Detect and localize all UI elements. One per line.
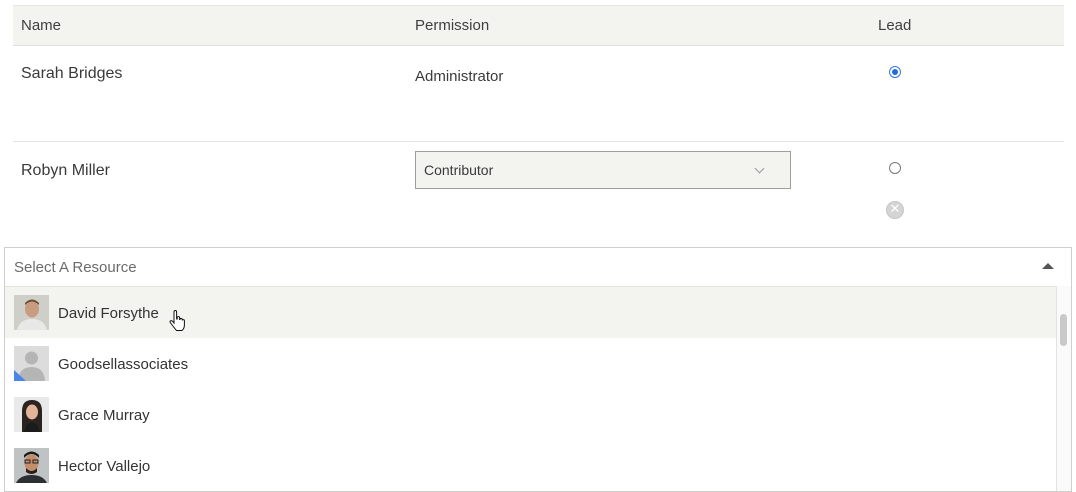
default-avatar-icon (14, 346, 49, 381)
hand-pointer-icon (169, 310, 185, 331)
table-row: Robyn Miller Contributor ✕ (13, 142, 1064, 248)
column-header-lead: Lead (878, 17, 912, 34)
permission-select-value: Contributor (424, 162, 494, 178)
member-name: Robyn Miller (21, 162, 110, 179)
resource-select-input[interactable]: Select A Resource (5, 248, 1071, 287)
list-item[interactable]: Goodsellassociates (5, 338, 1056, 389)
scrollbar[interactable] (1056, 286, 1071, 491)
list-item[interactable]: David Forsythe (5, 287, 1056, 338)
avatar (14, 448, 49, 483)
avatar (14, 397, 49, 432)
team-table: Name Permission Lead Sarah Bridges Admin… (13, 5, 1064, 248)
scrollbar-thumb[interactable] (1060, 314, 1067, 346)
list-item[interactable]: Hector Vallejo (5, 440, 1056, 491)
resource-name: David Forsythe (58, 305, 159, 322)
resource-name: Grace Murray (58, 407, 150, 424)
resource-list: David Forsythe Goodsellassociates Grace … (5, 287, 1071, 491)
permission-select[interactable]: Contributor (415, 151, 791, 189)
column-header-permission: Permission (415, 17, 490, 34)
table-header: Name Permission Lead (13, 5, 1064, 46)
permission-text: Administrator (415, 68, 504, 85)
member-name: Sarah Bridges (21, 65, 123, 82)
resource-dropdown[interactable]: Select A Resource David Forsythe Goodsel… (4, 247, 1072, 492)
list-item[interactable]: Grace Murray (5, 389, 1056, 440)
lead-radio[interactable] (889, 162, 901, 174)
lead-radio[interactable] (889, 66, 901, 78)
column-header-name: Name (21, 17, 62, 34)
caret-up-icon[interactable] (1042, 263, 1054, 269)
avatar (14, 295, 49, 330)
resource-name: Hector Vallejo (58, 458, 151, 475)
resource-name: Goodsellassociates (58, 356, 189, 373)
remove-member-icon[interactable]: ✕ (886, 201, 904, 219)
resource-placeholder: Select A Resource (14, 259, 137, 276)
chevron-down-icon (754, 163, 765, 174)
table-row: Sarah Bridges Administrator (13, 46, 1064, 142)
